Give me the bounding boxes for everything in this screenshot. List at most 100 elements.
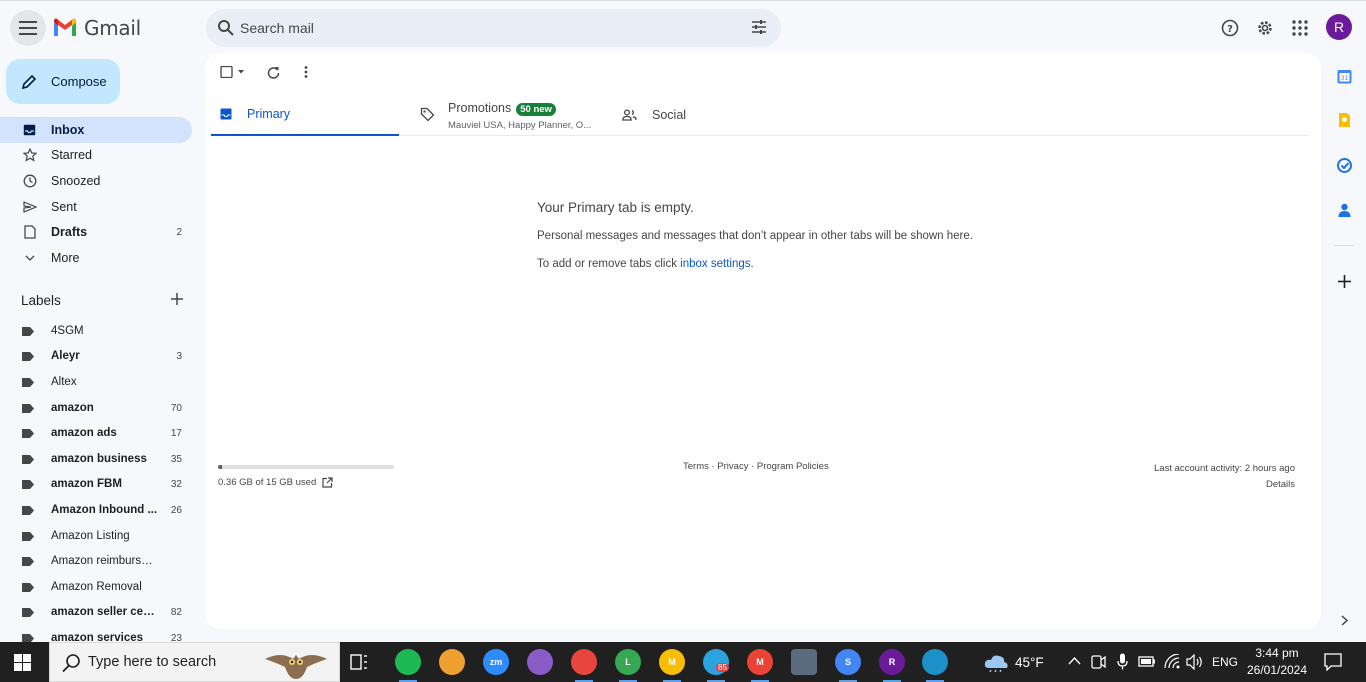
svg-text:?: ?	[1227, 24, 1233, 35]
search-options-icon[interactable]	[751, 19, 767, 35]
label-item[interactable]: amazon seller cen... 82	[0, 600, 192, 624]
windows-taskbar: Type here to search zm L M 85 M S R 45°F ENG 3…	[0, 642, 1366, 682]
taskbar-app-chrome-4-icon[interactable]: M	[747, 649, 773, 675]
label-item[interactable]: amazon business 35	[0, 447, 192, 471]
sidebar-item-count: 2	[176, 226, 182, 238]
main-menu-button[interactable]	[10, 10, 46, 46]
get-addons-plus-icon[interactable]	[1336, 273, 1352, 289]
label-item[interactable]: Amazon reimbursement	[0, 549, 192, 573]
label-tag-icon	[22, 531, 34, 541]
hint-text: To add or remove tabs click	[537, 258, 681, 270]
label-item[interactable]: amazon ads 17	[0, 421, 192, 445]
label-count: 3	[176, 350, 182, 362]
taskbar-app-chrome-5-icon[interactable]: S	[835, 649, 861, 675]
label-name: Amazon Listing	[51, 530, 130, 542]
last-activity: Last account activity: 2 hours ago Detai…	[1154, 461, 1295, 493]
rail-divider	[1334, 245, 1354, 246]
label-item[interactable]: 4SGM	[0, 319, 192, 343]
app-name: Gmail	[84, 16, 141, 40]
inbox-settings-link[interactable]: inbox settings	[680, 258, 750, 270]
taskbar-app-edge-icon[interactable]	[922, 649, 948, 675]
taskbar-app-zoom-icon[interactable]: zm	[483, 649, 509, 675]
details-link[interactable]: Details	[1154, 477, 1295, 493]
weather-cloud-icon[interactable]	[983, 652, 1009, 672]
taskbar-app-paint-icon[interactable]	[527, 649, 553, 675]
label-item[interactable]: Amazon Removal	[0, 575, 192, 599]
select-checkbox[interactable]	[220, 63, 250, 81]
promotions-senders: Mauviel USA, Happy Planner, O...	[448, 119, 592, 131]
label-item[interactable]: Aleyr 3	[0, 344, 192, 368]
settings-gear-icon[interactable]	[1253, 16, 1277, 40]
tab-primary[interactable]: Primary	[211, 93, 399, 136]
task-view-icon[interactable]	[350, 654, 368, 670]
sidebar-item-sent[interactable]: Sent	[0, 194, 192, 220]
battery-icon[interactable]	[1138, 655, 1156, 668]
tasks-icon[interactable]	[1336, 157, 1352, 173]
refresh-icon[interactable]	[267, 63, 280, 81]
account-avatar[interactable]: R	[1326, 14, 1352, 40]
meet-now-icon[interactable]	[1091, 654, 1106, 670]
search-bar[interactable]	[206, 9, 781, 47]
sidebar-item-drafts[interactable]: Drafts 2	[0, 219, 192, 245]
add-label-plus-icon[interactable]	[170, 292, 186, 308]
label-tag-icon	[22, 505, 34, 515]
external-link-icon[interactable]	[322, 477, 333, 488]
chevron-up-icon[interactable]	[1068, 656, 1081, 665]
empty-state-description: Personal messages and messages that don’…	[537, 230, 973, 242]
tab-promotions[interactable]: Promotions 50 new Mauviel USA, Happy Plan…	[420, 93, 610, 136]
footer-links[interactable]: Terms · Privacy · Program Policies	[683, 461, 829, 472]
apps-grid-icon[interactable]	[1288, 16, 1312, 40]
label-item[interactable]: amazon 70	[0, 396, 192, 420]
keep-icon[interactable]	[1336, 112, 1352, 128]
label-count: 32	[170, 478, 182, 490]
sidebar-item-starred[interactable]: Starred	[0, 142, 192, 168]
label-tag-icon	[22, 351, 34, 361]
label-item[interactable]: Altex	[0, 370, 192, 394]
gmail-logo[interactable]: Gmail	[52, 16, 141, 40]
calendar-icon[interactable]: 31	[1336, 68, 1352, 84]
label-name: Amazon reimbursement	[51, 555, 159, 567]
taskbar-app-calculator-icon[interactable]	[791, 649, 817, 675]
sidebar-item-inbox[interactable]: Inbox	[0, 117, 192, 143]
help-icon[interactable]: ?	[1218, 16, 1242, 40]
taskbar-app-chrome-3-icon[interactable]: M	[659, 649, 685, 675]
label-name: amazon ads	[51, 427, 117, 439]
weather-temperature[interactable]: 45°F	[1015, 655, 1044, 670]
hint-suffix: .	[750, 258, 754, 270]
sidebar-item-more[interactable]: More	[0, 245, 192, 271]
tab-label: Promotions	[448, 100, 512, 115]
label-name: amazon	[51, 402, 94, 414]
clock-time: 3:44 pm	[1255, 646, 1299, 660]
taskbar-search-box[interactable]: Type here to search	[49, 642, 340, 682]
label-tag-icon	[22, 607, 34, 617]
label-name: Altex	[51, 376, 77, 388]
taskbar-app-chrome-2-icon[interactable]: L	[615, 649, 641, 675]
taskbar-app-game-icon[interactable]	[439, 649, 465, 675]
input-language[interactable]: ENG	[1212, 655, 1238, 669]
expand-panel-chevron-icon[interactable]	[1336, 612, 1352, 628]
gmail-m-icon	[54, 18, 76, 36]
label-tag-icon	[22, 454, 34, 464]
search-icon[interactable]	[217, 19, 234, 36]
label-item[interactable]: amazon FBM 32	[0, 472, 192, 496]
microphone-icon[interactable]	[1117, 653, 1128, 670]
wifi-icon[interactable]	[1164, 654, 1180, 669]
compose-button[interactable]: Compose	[6, 59, 120, 104]
search-input[interactable]	[240, 9, 720, 47]
clock-date: 26/01/2024	[1246, 663, 1308, 677]
storage-usage: 0.36 GB of 15 GB used	[218, 477, 333, 488]
taskbar-app-chrome-1-icon[interactable]	[571, 649, 597, 675]
speaker-volume-icon[interactable]	[1186, 654, 1204, 670]
send-icon	[22, 200, 37, 215]
taskbar-app-spotify-icon[interactable]	[395, 649, 421, 675]
sidebar-item-snoozed[interactable]: Snoozed	[0, 168, 192, 194]
windows-start-icon[interactable]	[14, 654, 31, 671]
notification-center-icon[interactable]	[1324, 653, 1342, 671]
system-clock[interactable]: 3:44 pm 26/01/2024	[1244, 645, 1310, 679]
tab-social[interactable]: Social	[622, 93, 812, 136]
label-item[interactable]: Amazon Inbound ... 26	[0, 498, 192, 522]
taskbar-app-chrome-6-icon[interactable]: R	[879, 649, 905, 675]
label-item[interactable]: Amazon Listing	[0, 524, 192, 548]
contacts-icon[interactable]	[1336, 202, 1352, 218]
more-vertical-icon[interactable]	[304, 63, 308, 81]
